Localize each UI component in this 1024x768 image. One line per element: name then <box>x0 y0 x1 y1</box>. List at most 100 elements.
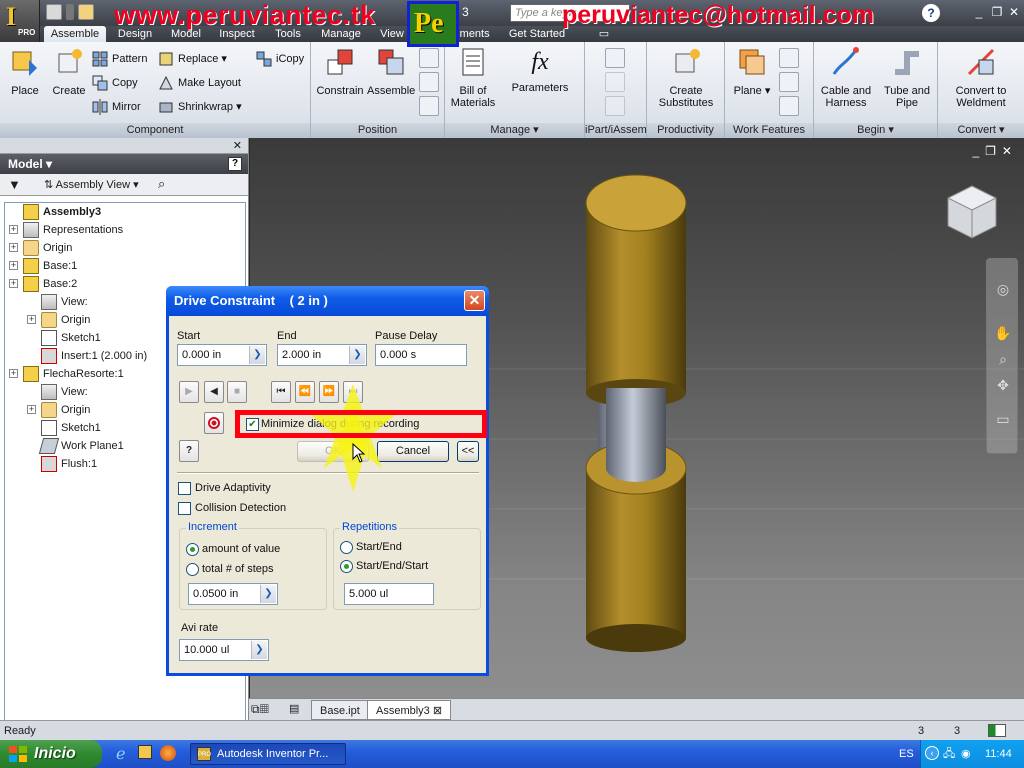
copy-button[interactable]: Copy <box>92 74 138 92</box>
orbit-icon[interactable]: ✥ <box>993 375 1013 395</box>
start-end-start-radio[interactable] <box>340 560 353 573</box>
close-icon[interactable]: ✕ <box>1007 6 1021 19</box>
ipart-table-icon[interactable] <box>605 48 625 68</box>
plane-button[interactable]: Plane ▾ <box>729 46 775 97</box>
explorer-icon[interactable] <box>138 745 152 759</box>
tree-expand-icon[interactable]: + <box>9 279 18 288</box>
tree-expand-icon[interactable]: + <box>9 369 18 378</box>
panel-label-begin[interactable]: Begin ▾ <box>814 123 937 138</box>
firefox-icon[interactable] <box>160 745 176 761</box>
browser-close-icon[interactable]: ✕ <box>233 139 242 152</box>
tray-expand-icon[interactable]: ‹ <box>925 746 939 760</box>
convert-weldment-button[interactable]: Convert to Weldment <box>942 46 1020 109</box>
assemble-button[interactable]: Assemble <box>367 46 415 97</box>
ucs-icon[interactable] <box>779 96 799 116</box>
tree-expand-icon[interactable]: + <box>27 405 36 414</box>
drive-adaptivity-checkbox[interactable] <box>178 482 191 495</box>
steering-wheel-icon[interactable]: ◎ <box>993 279 1013 299</box>
amount-of-value-radio[interactable] <box>186 543 199 556</box>
increment-arrow-icon[interactable]: ❯ <box>260 585 276 603</box>
find-icon[interactable]: ⌕ <box>158 176 165 192</box>
place-button[interactable]: Place <box>4 46 46 97</box>
dropdown-icon[interactable] <box>66 4 74 20</box>
tree-expand-icon[interactable]: + <box>9 261 18 270</box>
sketch-icon <box>41 420 57 436</box>
zoom-icon[interactable]: ⌕ <box>993 349 1013 369</box>
pattern-button[interactable]: Pattern <box>92 50 147 68</box>
constrain-button[interactable]: Constrain <box>315 46 365 97</box>
tree-expand-icon[interactable]: + <box>27 315 36 324</box>
panel-label-manage[interactable]: Manage ▾ <box>445 123 584 138</box>
make-layout-button[interactable]: Make Layout <box>158 74 241 92</box>
assembly-view-selector[interactable]: ⇅ Assembly View ▾ <box>44 178 139 191</box>
bill-of-materials-button[interactable]: Bill of Materials <box>447 46 499 109</box>
browser-help-icon[interactable]: ? <box>228 157 242 171</box>
start-button[interactable]: Inicio <box>0 740 102 768</box>
pause-delay-field[interactable]: 0.000 s <box>375 344 467 366</box>
point-icon[interactable] <box>779 72 799 92</box>
start-end-radio[interactable] <box>340 541 353 554</box>
go-to-start-icon[interactable]: ⏮ <box>271 381 291 403</box>
help-icon[interactable]: ? <box>922 4 940 22</box>
doc-tab-close-icon[interactable]: ⊠ <box>433 705 442 717</box>
axis-icon[interactable] <box>779 48 799 68</box>
mirror-button[interactable]: Mirror <box>92 98 141 116</box>
minimize-icon[interactable]: _ <box>972 6 986 19</box>
doc-tab-assembly3[interactable]: Assembly3 ⊠ <box>367 700 452 720</box>
avi-rate-arrow-icon[interactable]: ❯ <box>251 641 267 659</box>
shrinkwrap-button[interactable]: Shrinkwrap ▾ <box>158 98 242 116</box>
ie-icon[interactable]: ℯ <box>116 744 125 764</box>
network-icon[interactable]: 🖧 <box>943 740 955 768</box>
create-substitutes-button[interactable]: Create Substitutes <box>653 46 719 109</box>
browser-header[interactable]: Model ▾ ? <box>0 154 248 174</box>
filter-icon[interactable]: ▼ <box>8 177 21 192</box>
shaft-visible <box>606 388 666 468</box>
rotate-icon[interactable] <box>419 72 439 92</box>
application-button[interactable]: I PRO <box>0 0 40 42</box>
panel-label-productivity: Productivity <box>647 123 724 138</box>
collision-detection-checkbox[interactable] <box>178 502 191 515</box>
increment-field[interactable]: 0.0500 in ❯ <box>188 583 278 605</box>
grip-icon[interactable] <box>419 96 439 116</box>
doc-tab-base[interactable]: Base.ipt <box>311 700 369 720</box>
end-arrow-icon[interactable]: ❯ <box>349 346 365 364</box>
tree-expand-icon[interactable]: + <box>9 243 18 252</box>
total-steps-radio[interactable] <box>186 563 199 576</box>
clock[interactable]: 11:44 <box>985 740 1012 768</box>
tab-view[interactable]: View <box>372 26 412 42</box>
create-button[interactable]: Create <box>48 46 90 97</box>
play-reverse-icon[interactable]: ◀ <box>204 381 224 403</box>
tree-expand-icon[interactable]: + <box>9 225 18 234</box>
replace-button[interactable]: Replace ▾ <box>158 50 227 68</box>
restore-icon[interactable]: ❐ <box>990 6 1004 19</box>
record-icon[interactable] <box>204 412 224 434</box>
open-icon[interactable] <box>78 4 94 20</box>
end-field[interactable]: 2.000 in ❯ <box>277 344 367 366</box>
avi-rate-field[interactable]: 10.000 ul ❯ <box>179 639 269 661</box>
dialog-help-icon[interactable]: ? <box>179 440 199 462</box>
icopy-button[interactable]: iCopy <box>256 50 304 68</box>
dialog-title-bar[interactable]: Drive Constraint ( 2 in ) ✕ <box>166 286 489 316</box>
more-less-button[interactable]: << <box>457 441 479 462</box>
start-field[interactable]: 0.000 in ❯ <box>177 344 267 366</box>
look-at-icon[interactable]: ▭ <box>993 409 1013 429</box>
viewcube-icon[interactable] <box>944 182 1000 242</box>
play-forward-icon[interactable]: ▶ <box>179 381 199 403</box>
tile-windows-icon[interactable]: ⧉▦ <box>251 702 269 717</box>
language-indicator[interactable]: ES <box>899 740 914 768</box>
start-arrow-icon[interactable]: ❯ <box>249 346 265 364</box>
stop-icon[interactable]: ■ <box>227 381 247 403</box>
new-icon[interactable] <box>46 4 62 20</box>
cable-harness-button[interactable]: Cable and Harness <box>816 46 876 109</box>
volume-icon[interactable]: ◉ <box>961 740 971 768</box>
move-icon[interactable] <box>419 48 439 68</box>
tube-pipe-button[interactable]: Tube and Pipe <box>880 46 934 109</box>
repetitions-field[interactable]: 5.000 ul <box>344 583 434 605</box>
tab-assemble[interactable]: Assemble <box>44 26 106 42</box>
window-menu-icon[interactable]: ▤ <box>289 702 299 715</box>
taskbar-inventor-window[interactable]: PRO Autodesk Inventor Pr... <box>190 743 346 765</box>
panel-label-convert[interactable]: Convert ▾ <box>938 123 1024 138</box>
dialog-close-icon[interactable]: ✕ <box>464 290 485 311</box>
pan-icon[interactable]: ✋ <box>993 323 1013 343</box>
parameters-button[interactable]: fx Parameters <box>501 46 579 94</box>
